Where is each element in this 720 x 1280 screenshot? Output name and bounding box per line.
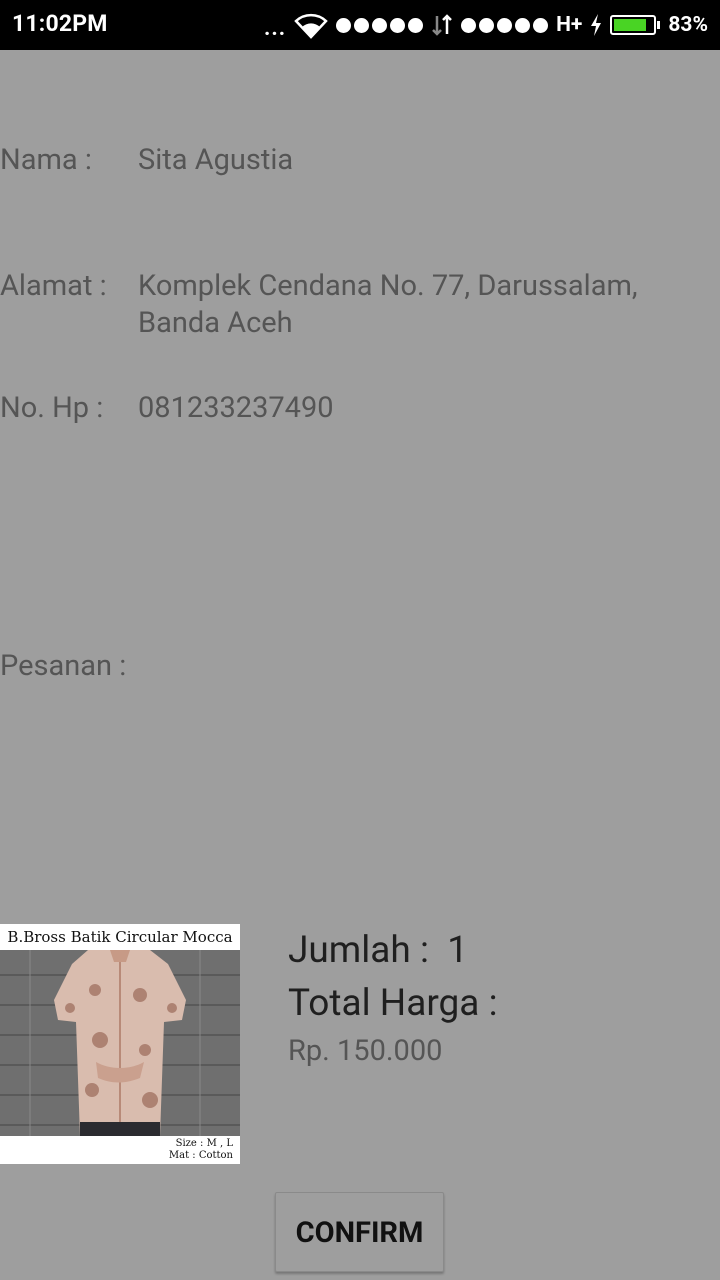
name-label: Nama :: [0, 143, 92, 177]
battery-icon: [610, 15, 661, 35]
network-type: H+: [556, 13, 583, 37]
sim2-signal-icon: [461, 17, 549, 33]
sim1-signal-icon: [336, 17, 424, 33]
address-line-2: Banda Aceh: [138, 306, 293, 340]
order-label: Pesanan :: [0, 649, 127, 683]
data-transfer-icon: [432, 14, 452, 36]
battery-fill: [614, 19, 646, 31]
battery-percent: 83%: [668, 13, 708, 37]
product-photo: [0, 950, 240, 1136]
phone-value: 081233237490: [138, 391, 334, 425]
product-material: Mat : Cotton: [168, 1150, 233, 1161]
product-image-title: B.Bross Batik Circular Mocca: [7, 928, 233, 946]
total-label: Total Harga :: [288, 982, 498, 1025]
more-notifications-icon: ...: [263, 15, 287, 41]
status-indicators: ... H+ 83%: [264, 0, 708, 50]
price-value: Rp. 150.000: [288, 1034, 443, 1068]
status-time: 11:02PM: [12, 10, 108, 37]
confirm-button[interactable]: CONFIRM: [275, 1192, 444, 1272]
product-image: B.Bross Batik Circular Mocca Size : M , …: [0, 924, 240, 1164]
wifi-icon: [294, 13, 328, 39]
address-label: Alamat :: [0, 269, 107, 303]
address-line-1: Komplek Cendana No. 77, Darussalam,: [138, 269, 638, 303]
charging-icon: [591, 14, 602, 36]
quantity-text: Jumlah : 1: [288, 929, 469, 972]
status-bar: 11:02PM ... H+ 83%: [0, 0, 720, 50]
phone-label: No. Hp :: [0, 391, 104, 425]
product-size: Size : M , L: [175, 1138, 233, 1149]
name-value: Sita Agustia: [138, 143, 294, 177]
